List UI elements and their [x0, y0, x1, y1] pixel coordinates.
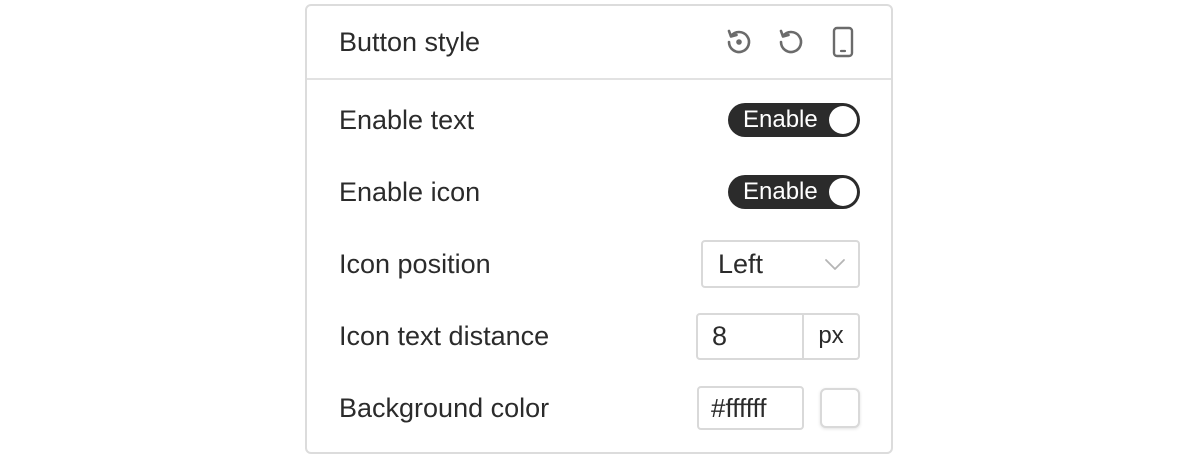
panel-title: Button style [339, 26, 481, 57]
color-swatch[interactable] [820, 388, 860, 428]
icon-text-distance-input[interactable] [698, 314, 802, 358]
icon-text-distance-label: Icon text distance [339, 320, 550, 351]
row-icon-position: Icon position Left [307, 234, 891, 294]
reset-dot-icon[interactable] [722, 25, 756, 59]
enable-text-toggle-label: Enable [743, 106, 818, 133]
background-color-label: Background color [339, 392, 550, 423]
enable-icon-toggle[interactable]: Enable [728, 175, 860, 209]
row-icon-text-distance: Icon text distance px [307, 306, 891, 366]
icon-position-label: Icon position [339, 248, 491, 279]
background-color-input[interactable] [697, 386, 804, 430]
undo-icon[interactable] [774, 25, 808, 59]
icon-position-value: Left [718, 248, 764, 279]
toggle-knob [829, 106, 857, 134]
icon-text-distance-field: px [696, 312, 860, 360]
row-background-color: Background color [307, 378, 891, 438]
background-color-controls [697, 386, 860, 430]
chevron-down-icon [825, 259, 845, 270]
enable-text-label: Enable text [339, 104, 475, 135]
icon-position-select[interactable]: Left [701, 240, 860, 288]
header-actions [722, 25, 860, 59]
row-enable-icon: Enable icon Enable [307, 162, 891, 222]
enable-text-toggle[interactable]: Enable [728, 103, 860, 137]
enable-icon-toggle-label: Enable [743, 178, 818, 205]
toggle-knob [829, 178, 857, 206]
enable-icon-label: Enable icon [339, 176, 481, 207]
row-enable-text: Enable text Enable [307, 90, 891, 150]
mobile-icon[interactable] [826, 25, 860, 59]
unit-label: px [802, 314, 858, 358]
panel-header: Button style [307, 6, 891, 80]
button-style-panel: Button style Enable text Enable Enable i… [305, 4, 893, 454]
